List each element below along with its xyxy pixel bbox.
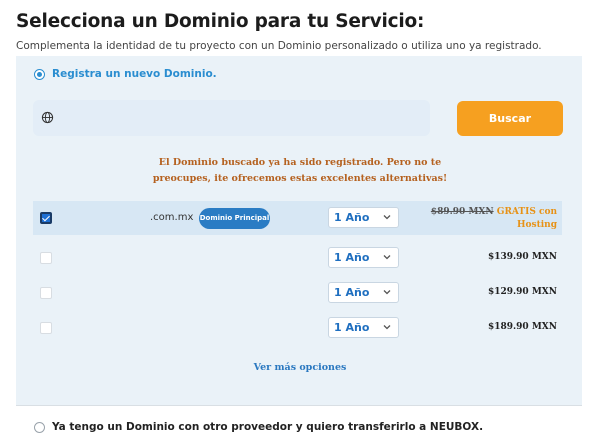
search-button[interactable]: Buscar <box>457 101 563 136</box>
period-select-value: 1 Año <box>334 211 370 224</box>
notice-line-1: El Dominio buscado ya ha sido registrado… <box>158 157 442 168</box>
availability-notice: El Dominio buscado ya ha sido registrado… <box>130 155 470 187</box>
transfer-domain-radio[interactable] <box>34 422 45 433</box>
old-price: $89.90 MXN <box>430 207 494 217</box>
notice-line-2: preocupes, ite ofrecemos estas excelente… <box>152 173 448 184</box>
new-domain-radio-label[interactable]: Registra un nuevo Dominio. <box>52 68 217 80</box>
more-options-link[interactable]: Ver más opciones <box>200 362 400 373</box>
free-offer: GRATIS con <box>496 207 557 217</box>
period-select-value: 1 Año <box>334 321 370 334</box>
domain-result-row: 1 Año $129.90 MXN <box>33 276 562 310</box>
free-offer-detail: Hosting <box>517 220 557 230</box>
domain-checkbox[interactable] <box>40 322 52 334</box>
chevron-down-icon <box>383 325 391 330</box>
domain-checkbox[interactable] <box>40 212 52 224</box>
domain-result-row: 1 Año $139.90 MXN <box>33 241 562 275</box>
domain-checkbox[interactable] <box>40 287 52 299</box>
transfer-domain-radio-label[interactable]: Ya tengo un Dominio con otro proveedor y… <box>52 421 483 433</box>
primary-domain-badge: Dominio Principal <box>199 208 270 229</box>
new-domain-radio[interactable] <box>34 69 45 80</box>
globe-icon <box>41 111 54 124</box>
domain-result-row: .com.mx Dominio Principal 1 Año $89.90 M… <box>33 201 562 235</box>
period-select-value: 1 Año <box>334 251 370 264</box>
domain-checkbox[interactable] <box>40 252 52 264</box>
price-label: $189.90 MXN <box>487 322 557 332</box>
domain-extension: .com.mx <box>150 212 194 223</box>
page-subtitle: Complementa la identidad de tu proyecto … <box>16 40 542 52</box>
domain-search-field[interactable] <box>33 100 430 136</box>
price-label: $129.90 MXN <box>487 287 557 297</box>
period-select[interactable]: 1 Año <box>328 207 399 228</box>
domain-search-input[interactable] <box>61 106 421 130</box>
chevron-down-icon <box>383 290 391 295</box>
price-label: $139.90 MXN <box>487 252 557 262</box>
chevron-down-icon <box>383 255 391 260</box>
period-select[interactable]: 1 Año <box>328 247 399 268</box>
page-title: Selecciona un Dominio para tu Servicio: <box>16 11 425 32</box>
period-select[interactable]: 1 Año <box>328 282 399 303</box>
domain-result-row: 1 Año $189.90 MXN <box>33 311 562 345</box>
price-label: $89.90 MXN GRATIS con Hosting <box>431 206 557 232</box>
period-select[interactable]: 1 Año <box>328 317 399 338</box>
period-select-value: 1 Año <box>334 286 370 299</box>
chevron-down-icon <box>383 215 391 220</box>
